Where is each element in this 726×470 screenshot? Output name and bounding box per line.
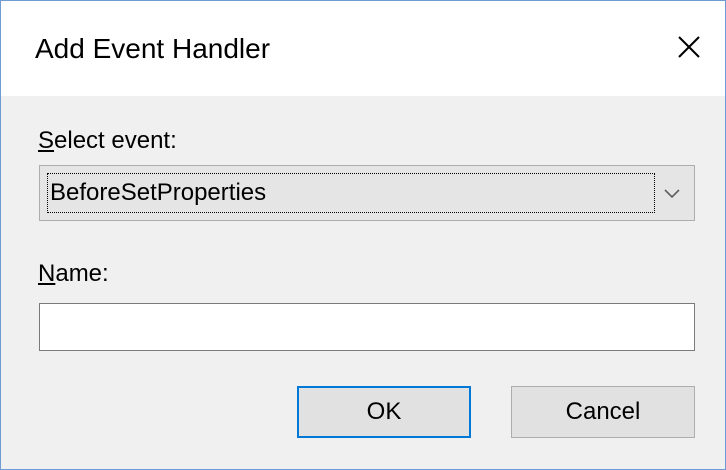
event-select[interactable]: BeforeSetProperties bbox=[39, 165, 695, 221]
title-bar[interactable]: Add Event Handler bbox=[1, 1, 725, 96]
add-event-handler-dialog: Add Event Handler Select event: BeforeSe… bbox=[0, 0, 726, 470]
close-icon bbox=[678, 36, 700, 58]
close-button[interactable] bbox=[667, 25, 711, 69]
select-event-label: Select event: bbox=[38, 126, 177, 156]
select-event-label-text: elect event: bbox=[54, 127, 177, 154]
select-event-label-accelerator: S bbox=[38, 127, 55, 154]
name-label: Name: bbox=[38, 259, 109, 289]
event-select-dropdown-button[interactable] bbox=[656, 176, 688, 210]
name-label-text: ame: bbox=[55, 260, 109, 287]
name-label-accelerator: N bbox=[38, 260, 56, 287]
name-input[interactable] bbox=[39, 303, 695, 351]
dialog-title: Add Event Handler bbox=[35, 33, 271, 64]
event-select-value: BeforeSetProperties bbox=[47, 173, 655, 213]
chevron-down-icon bbox=[664, 189, 680, 199]
ok-button[interactable]: OK bbox=[297, 386, 471, 438]
cancel-button[interactable]: Cancel bbox=[511, 386, 695, 438]
